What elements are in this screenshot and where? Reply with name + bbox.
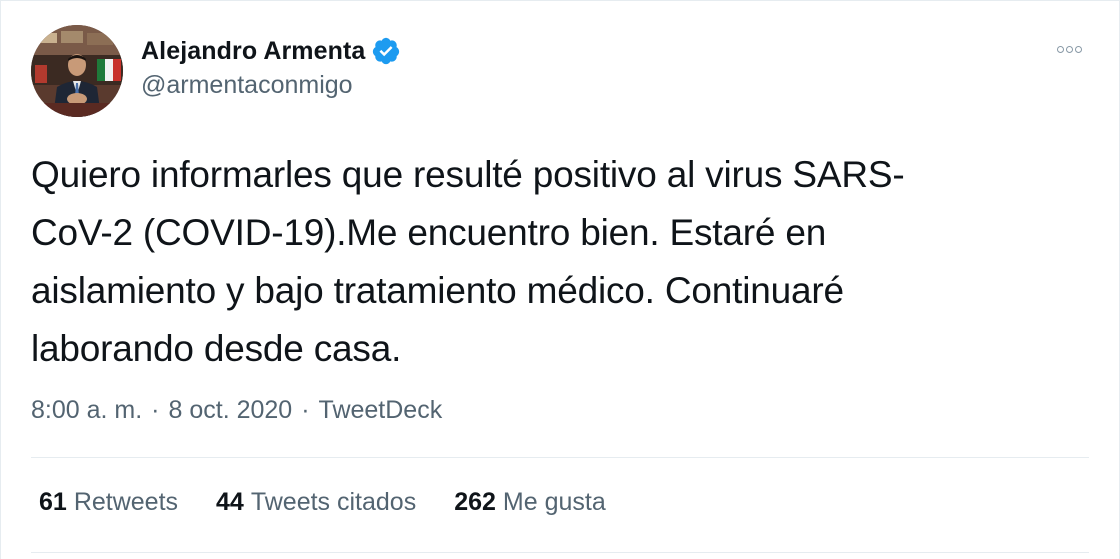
more-dot: [1056, 45, 1064, 53]
more-options-icon[interactable]: [1049, 39, 1089, 59]
profile-photo: [31, 25, 123, 117]
author-handle[interactable]: @armentaconmigo: [141, 71, 401, 100]
tweet-source[interactable]: TweetDeck: [319, 396, 443, 425]
divider: [31, 457, 1089, 458]
more-dot: [1074, 45, 1082, 53]
retweets-stat[interactable]: 61 Retweets: [39, 488, 178, 517]
likes-stat[interactable]: 262 Me gusta: [454, 488, 606, 517]
tweet-time[interactable]: 8:00 a. m.: [31, 396, 142, 425]
likes-label: Me gusta: [502, 488, 606, 516]
retweets-label: Retweets: [73, 488, 179, 516]
tweet-meta: 8:00 a. m. · 8 oct. 2020 · TweetDeck: [31, 396, 442, 425]
author-name-row: Alejandro Armenta: [141, 34, 401, 68]
quote-tweets-label: Tweets citados: [250, 488, 417, 516]
tweet-card: Alejandro Armenta @armentaconmigo Quiero…: [0, 0, 1120, 559]
quote-tweets-stat[interactable]: 44 Tweets citados: [216, 488, 416, 517]
tweet-date[interactable]: 8 oct. 2020: [169, 396, 293, 425]
quote-tweets-count: 44: [216, 488, 244, 516]
retweets-count: 61: [39, 488, 67, 516]
avatar[interactable]: [31, 25, 123, 117]
meta-separator: ·: [151, 396, 160, 424]
author-info: Alejandro Armenta @armentaconmigo: [141, 34, 401, 100]
tweet-stats: 61 Retweets 44 Tweets citados 262 Me gus…: [39, 488, 644, 517]
divider: [31, 552, 1089, 553]
tweet-text: Quiero informarles que resulté positivo …: [31, 154, 905, 369]
likes-count: 262: [454, 488, 496, 516]
meta-separator: ·: [301, 396, 310, 424]
verified-badge-icon: [371, 36, 401, 66]
author-display-name[interactable]: Alejandro Armenta: [141, 37, 365, 66]
more-dot: [1065, 45, 1073, 53]
